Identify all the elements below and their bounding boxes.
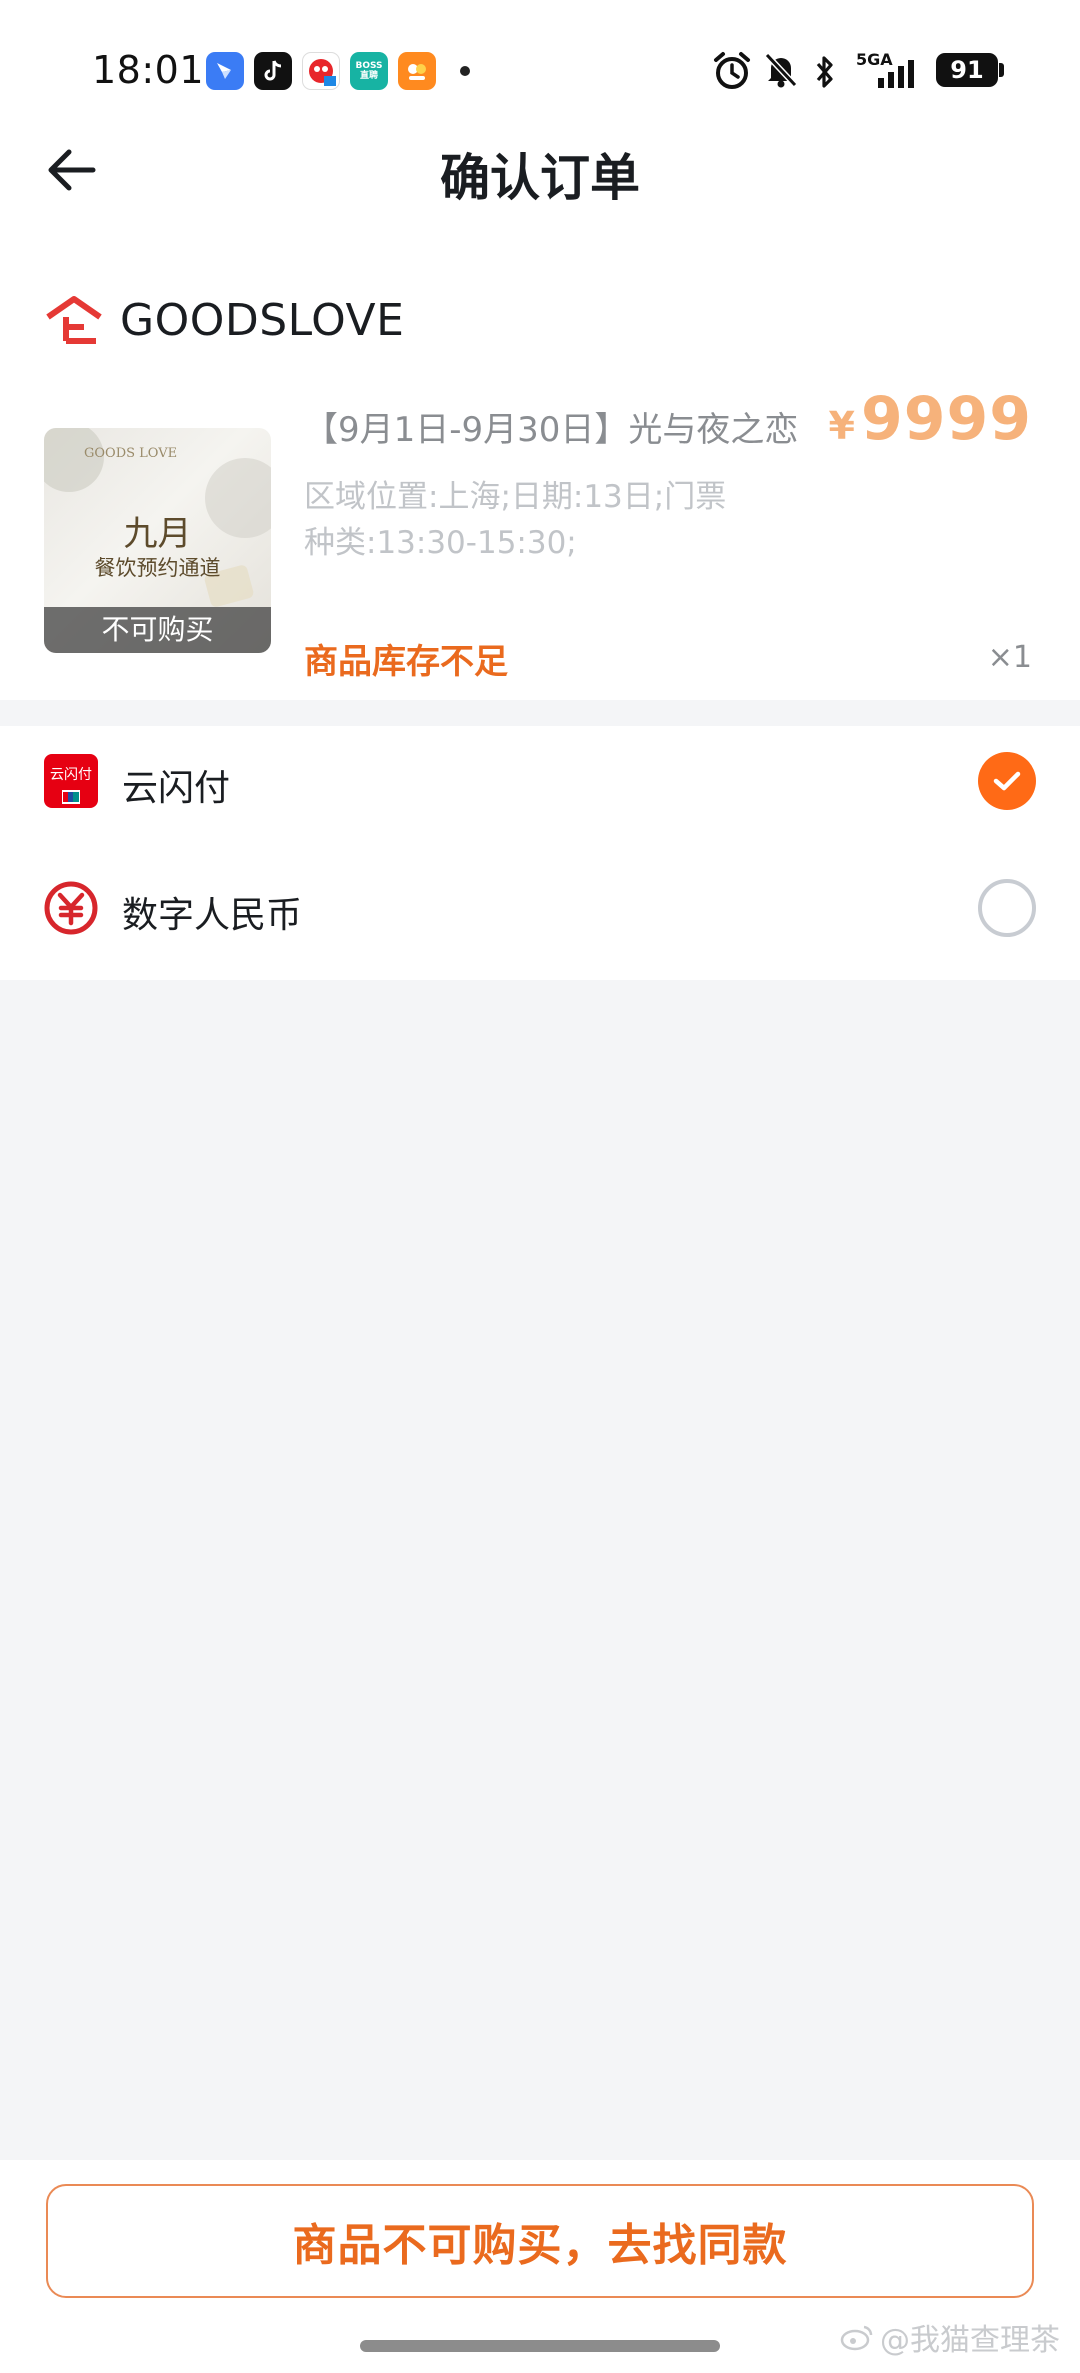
product-spec: 区域位置:上海;日期:13日;门票种类:13:30-15:30; (304, 479, 727, 561)
status-bar: 18:01 BOSS 直聘 5GA 91 (0, 0, 1080, 140)
app-orange-icon (398, 52, 436, 90)
alarm-icon (714, 52, 750, 89)
unionpay-logo-text: 云闪付 (50, 767, 92, 783)
thumbnail-brand: GOODS LOVE (84, 446, 178, 461)
find-similar-button[interactable]: 商品不可购买，去找同款 (46, 2184, 1034, 2298)
boss-zhipin-icon: BOSS 直聘 (350, 52, 388, 90)
price-currency-symbol: ¥ (828, 404, 855, 448)
douyin-icon (254, 52, 292, 90)
battery-indicator: 91 (936, 53, 998, 87)
product-title: 【9月1日-9月30日】光与夜之恋 (304, 410, 799, 450)
notification-dot (460, 66, 470, 76)
checkmark-icon (993, 771, 1021, 791)
weibo-icon (840, 2325, 873, 2351)
watermark: @我猫查理茶 (840, 2315, 1060, 2359)
product-thumbnail[interactable]: GOODS LOVE 九月 餐饮预约通道 不可购买 (44, 428, 271, 653)
home-indicator[interactable] (360, 2340, 720, 2352)
stock-warning: 商品库存不足 (304, 642, 508, 682)
signal-icon (878, 60, 914, 88)
page-title: 确认订单 (440, 149, 640, 207)
silent-bell-icon (764, 52, 798, 88)
bottom-action-bar: 商品不可购买，去找同款 @我猫查理茶 (0, 2160, 1080, 2373)
boss-icon-text: BOSS 直聘 (355, 61, 383, 81)
product-price: ¥ 9999 (829, 384, 1032, 454)
header: 确认订单 (0, 120, 1080, 220)
payment-methods: 云闪付 云闪付 数字人民币 (0, 726, 1080, 980)
bluetooth-icon (816, 56, 833, 88)
watermark-text: @我猫查理茶 (880, 2323, 1060, 2358)
quantity: ×1 (987, 640, 1032, 675)
battery-tip (999, 63, 1004, 77)
price-value: 9999 (861, 384, 1032, 454)
payment-option-unionpay[interactable]: 云闪付 云闪付 (0, 726, 1080, 836)
radio-selected[interactable] (978, 752, 1036, 810)
status-time: 18:01 (92, 48, 205, 92)
enterprise-store-icon (46, 296, 102, 344)
unavailable-overlay: 不可购买 (44, 607, 271, 653)
thumbnail-subtitle: 餐饮预约通道 (94, 556, 221, 580)
payment-option-label: 云闪付 (122, 768, 231, 809)
unionpay-quickpass-icon: 云闪付 (44, 754, 98, 808)
feishu-icon (206, 52, 244, 90)
app-mascot-icon (302, 52, 340, 90)
radio-unselected[interactable] (978, 879, 1036, 937)
thumbnail-month: 九月 (123, 514, 192, 554)
payment-option-digital-rmb[interactable]: 数字人民币 (0, 853, 1080, 963)
store-name: GOODSLOVE (120, 294, 405, 346)
digital-rmb-icon (44, 881, 98, 935)
store-row[interactable]: GOODSLOVE (44, 290, 404, 350)
payment-option-label: 数字人民币 (122, 895, 303, 936)
